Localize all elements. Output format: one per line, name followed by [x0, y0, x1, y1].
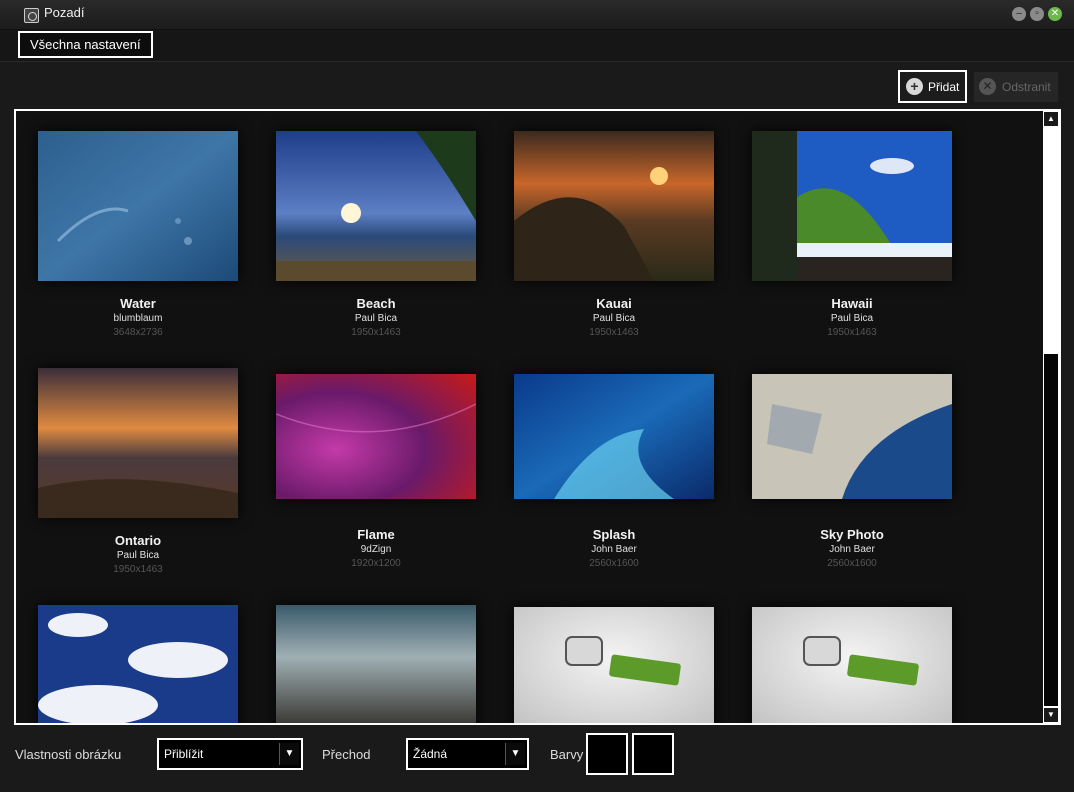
- wallpaper-thumbnail[interactable]: [38, 605, 238, 723]
- wallpaper-size: 2560x1600: [827, 558, 877, 569]
- picture-options-label: Vlastnosti obrázku: [15, 747, 122, 762]
- wallpaper-author: John Baer: [829, 544, 875, 555]
- linux-mint-thumbnail-image: [514, 607, 714, 723]
- kauai-thumbnail-image: [514, 131, 714, 281]
- minimize-icon[interactable]: –: [1012, 7, 1026, 21]
- wallpaper-thumbnail[interactable]: [514, 374, 714, 499]
- wallpaper-author: John Baer: [591, 544, 637, 555]
- wallpaper-gallery[interactable]: Water blumblaum 3648x2736 Beach Paul Bic…: [14, 109, 1061, 725]
- flame-thumbnail-image: [275, 374, 477, 499]
- secondary-color-button[interactable]: [632, 733, 674, 775]
- wallpaper-name: Water: [120, 296, 156, 311]
- wallpaper-tile-splash[interactable]: Splash John Baer 2560x1600: [504, 374, 724, 588]
- wallpaper-thumbnail[interactable]: [752, 374, 952, 499]
- wallpaper-tile-kauai[interactable]: Kauai Paul Bica 1950x1463: [504, 131, 724, 351]
- window-title: Pozadí: [44, 5, 85, 20]
- picture-options-value: Přiblížit: [164, 747, 204, 761]
- wallpaper-thumbnail[interactable]: [276, 605, 476, 723]
- wallpaper-name: Ontario: [114, 533, 162, 548]
- transition-combo[interactable]: Žádná ▼: [406, 738, 529, 770]
- wallpaper-name: Flame: [357, 527, 395, 542]
- chevron-down-icon: ▼: [279, 743, 299, 765]
- wallpaper-size: 1950x1463: [589, 327, 639, 338]
- chevron-down-icon: ▼: [505, 743, 525, 765]
- wallpaper-thumbnail[interactable]: [514, 131, 714, 281]
- title-bar: Pozadí – ▫ ✕: [0, 0, 1074, 30]
- wallpaper-tile-clouds[interactable]: [28, 605, 248, 723]
- wallpaper-author: Paul Bica: [830, 313, 874, 324]
- wallpaper-thumbnail[interactable]: [275, 374, 477, 499]
- remove-icon: ✕: [979, 78, 996, 95]
- wallpaper-author: Paul Bica: [592, 313, 636, 324]
- wallpaper-thumbnail[interactable]: [38, 131, 238, 281]
- wallpaper-name: Splash: [592, 527, 636, 542]
- wallpaper-author: 9dZign: [360, 544, 392, 555]
- transition-value: Žádná: [413, 747, 448, 761]
- scroll-down-icon[interactable]: ▼: [1044, 708, 1058, 722]
- header-strip: [0, 30, 1074, 62]
- wallpaper-tile-water[interactable]: Water blumblaum 3648x2736: [28, 131, 248, 351]
- wallpaper-thumbnail[interactable]: [276, 131, 476, 281]
- colors-label: Barvy: [550, 747, 584, 762]
- wallpaper-size: 2560x1600: [589, 558, 639, 569]
- close-icon[interactable]: ✕: [1048, 7, 1062, 21]
- maximize-icon[interactable]: ▫: [1030, 7, 1044, 21]
- sky-photo-thumbnail-image: [752, 374, 952, 499]
- remove-button[interactable]: ✕ Odstranit: [974, 72, 1058, 102]
- wallpaper-name: Beach: [356, 296, 396, 311]
- scroll-up-icon[interactable]: ▲: [1044, 112, 1058, 126]
- all-settings-button[interactable]: Všechna nastavení: [18, 31, 153, 58]
- wallpaper-author: Paul Bica: [116, 550, 160, 561]
- beach-thumbnail-image: [276, 131, 476, 281]
- water-thumbnail-image: [38, 131, 238, 281]
- wallpaper-tile-beach[interactable]: Beach Paul Bica 1950x1463: [266, 131, 486, 351]
- wallpaper-size: 1950x1463: [827, 327, 877, 338]
- shore-thumbnail-image: [276, 605, 476, 723]
- wallpaper-name: Sky Photo: [820, 527, 884, 542]
- clouds-thumbnail-image: [38, 605, 238, 723]
- gallery-scrollbar[interactable]: ▲ ▼: [1043, 111, 1059, 723]
- add-button[interactable]: + Přidat: [898, 70, 967, 103]
- ontario-thumbnail-image: [38, 368, 238, 518]
- plus-icon: +: [906, 78, 923, 95]
- splash-thumbnail-image: [514, 374, 714, 499]
- wallpaper-tile-ontario[interactable]: Ontario Paul Bica 1950x1463: [28, 368, 248, 588]
- remove-button-label: Odstranit: [1002, 80, 1051, 94]
- wallpaper-thumbnail[interactable]: [752, 131, 952, 281]
- wallpaper-name: Hawaii: [831, 296, 873, 311]
- wallpaper-tile-shore[interactable]: [266, 605, 486, 723]
- wallpaper-tile-sky-photo[interactable]: Sky Photo John Baer 2560x1600: [742, 374, 962, 588]
- wallpaper-tile-linux-mint-1[interactable]: [504, 607, 724, 723]
- picture-options-combo[interactable]: Přiblížit ▼: [157, 738, 303, 770]
- wallpaper-tile-flame[interactable]: Flame 9dZign 1920x1200: [266, 374, 486, 588]
- primary-color-button[interactable]: [586, 733, 628, 775]
- wallpaper-size: 1920x1200: [351, 558, 401, 569]
- wallpaper-app-icon: [24, 8, 39, 23]
- wallpaper-author: Paul Bica: [354, 313, 398, 324]
- wallpaper-author: blumblaum: [113, 313, 163, 324]
- linux-mint-thumbnail-image: [752, 607, 952, 723]
- wallpaper-thumbnail[interactable]: [514, 607, 714, 723]
- scrollbar-thumb[interactable]: [1044, 354, 1058, 706]
- transition-label: Přechod: [322, 747, 371, 762]
- add-button-label: Přidat: [928, 80, 960, 94]
- wallpaper-thumbnail[interactable]: [752, 607, 952, 723]
- wallpaper-tile-hawaii[interactable]: Hawaii Paul Bica 1950x1463: [742, 131, 962, 351]
- wallpaper-size: 1950x1463: [351, 327, 401, 338]
- wallpaper-size: 3648x2736: [113, 327, 163, 338]
- wallpaper-tile-linux-mint-2[interactable]: [742, 607, 962, 723]
- wallpaper-size: 1950x1463: [113, 564, 163, 575]
- hawaii-thumbnail-image: [752, 131, 952, 281]
- wallpaper-name: Kauai: [596, 296, 632, 311]
- wallpaper-thumbnail[interactable]: [38, 368, 238, 518]
